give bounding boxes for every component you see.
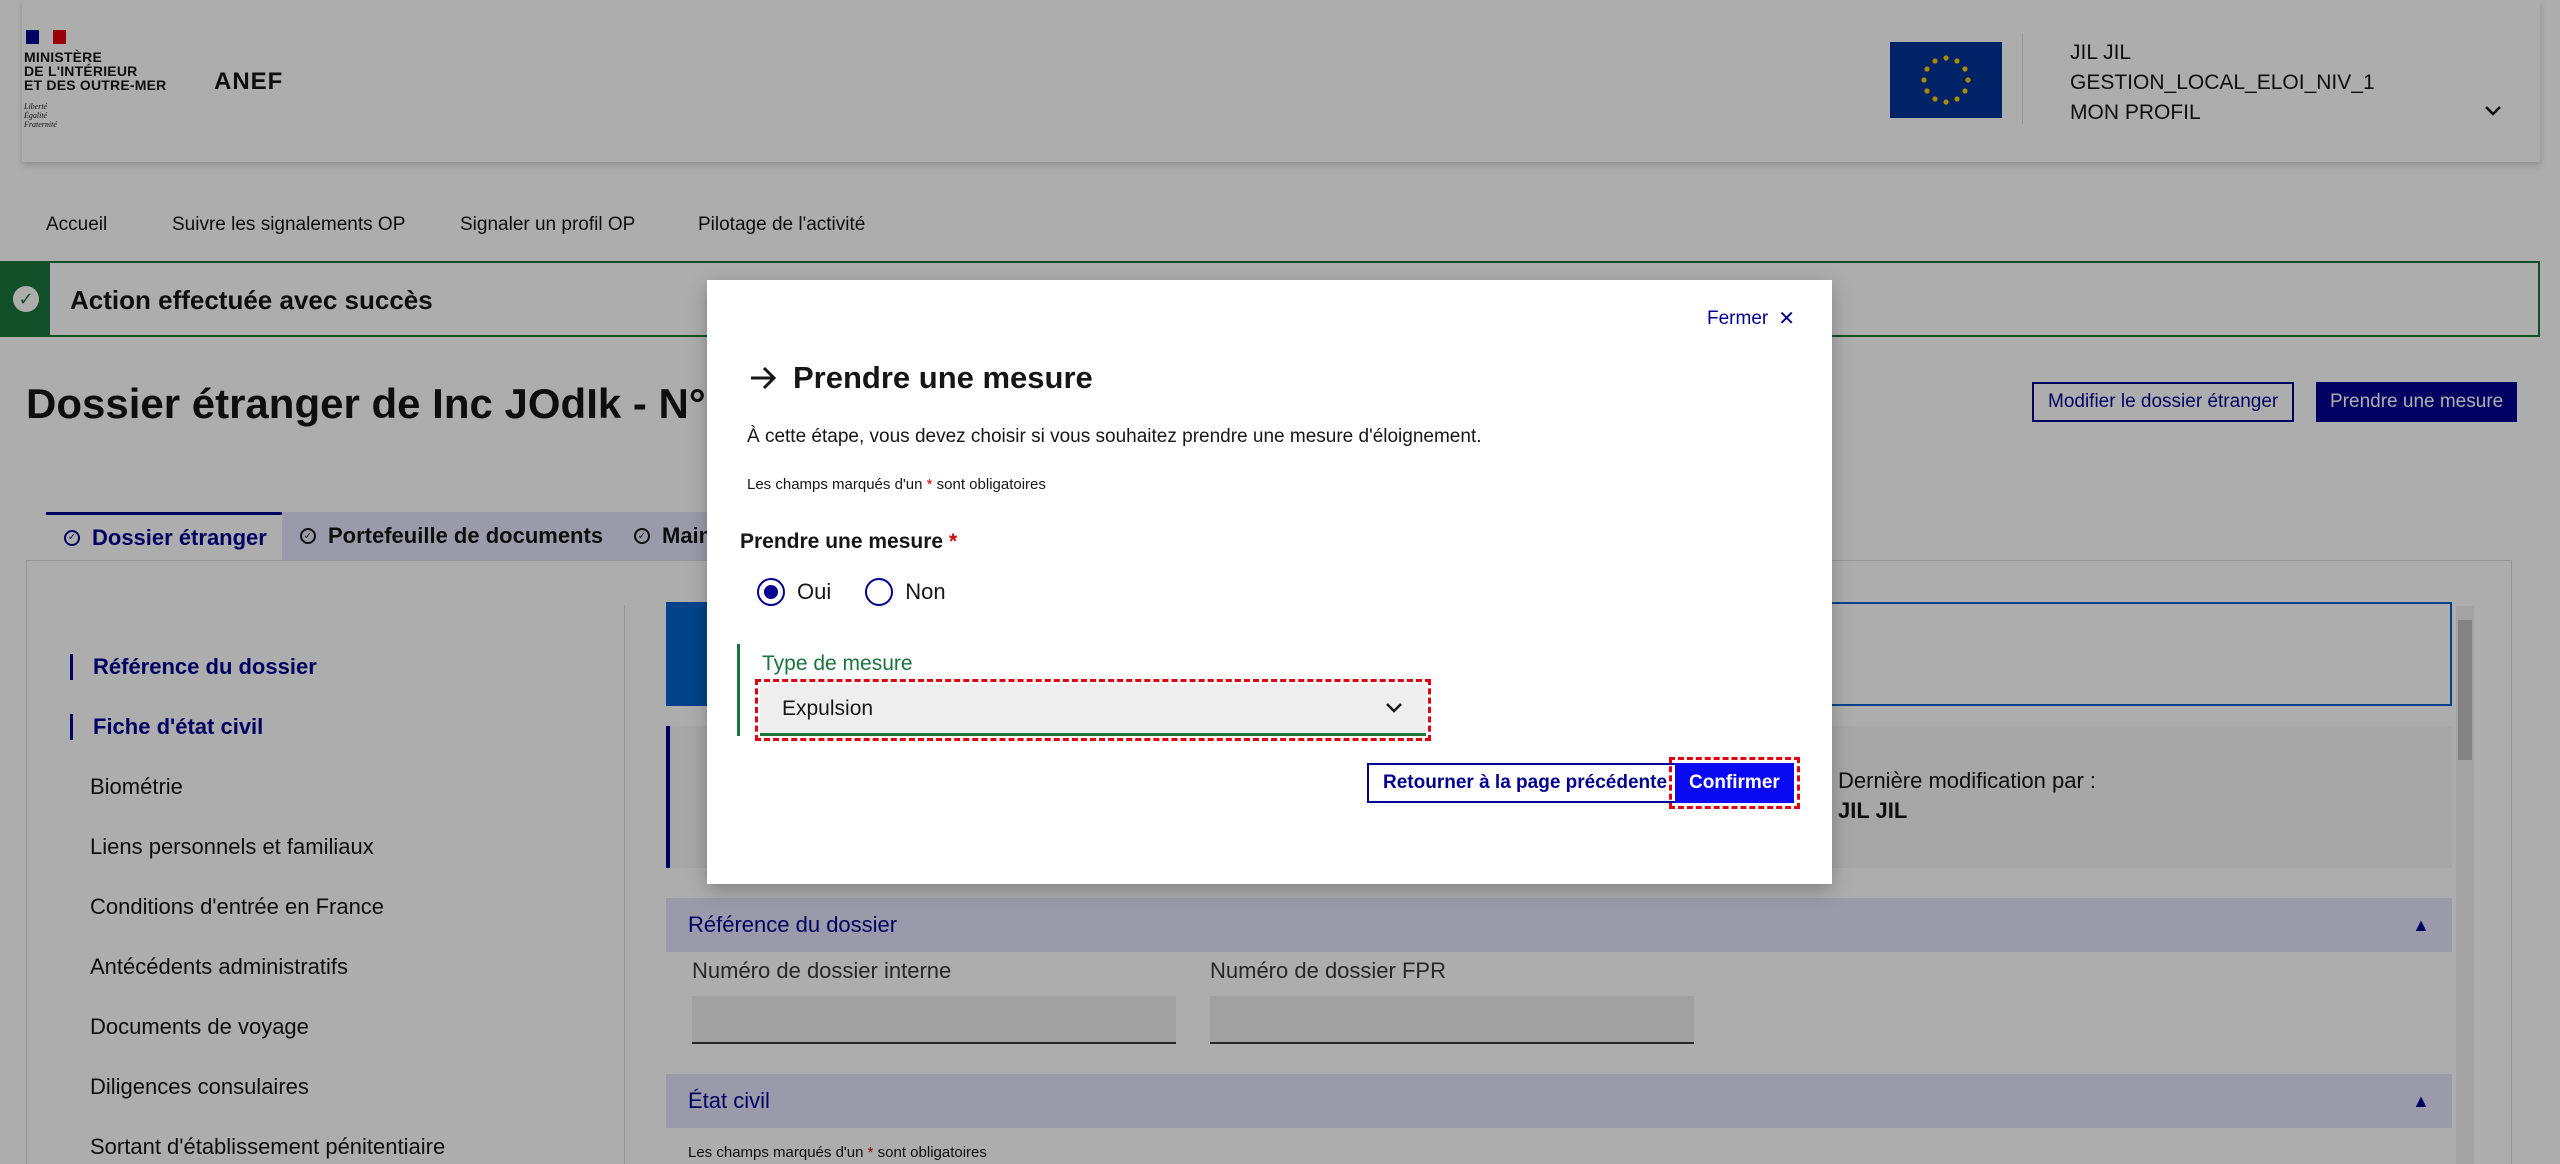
legend-text: Prendre une mesure [740,530,944,553]
required-suffix: sont obligatoires [936,476,1046,493]
radio-checked-icon[interactable] [757,578,785,606]
measure-modal: Fermer ✕ Prendre une mesure À cette étap… [707,280,1832,884]
measure-type-group: Type de mesure Expulsion [737,644,1437,741]
radio-non-label: Non [905,579,946,604]
radio-oui[interactable]: Oui [757,578,831,606]
close-button[interactable]: Fermer ✕ [1707,306,1795,331]
radio-oui-label: Oui [797,579,832,604]
back-button[interactable]: Retourner à la page précédente [1367,763,1684,803]
close-icon: ✕ [1778,308,1795,330]
measure-radio-group: Oui Non [757,578,980,606]
required-fields-note: Les champs marqués d'un * sont obligatoi… [747,476,1046,493]
confirm-button[interactable]: Confirmer [1669,757,1800,809]
required-star: * [926,476,933,493]
required-star: * [948,530,958,553]
measure-type-select[interactable]: Expulsion [755,679,1431,741]
arrow-right-icon [751,366,777,390]
radio-unchecked-icon[interactable] [865,578,894,606]
close-label: Fermer [1707,307,1769,329]
modal-title: Prendre une mesure [747,360,1093,396]
required-prefix: Les champs marqués d'un [747,476,923,493]
modal-title-text: Prendre une mesure [793,360,1093,395]
modal-description: À cette étape, vous devez choisir si vou… [747,426,1482,447]
measure-legend: Prendre une mesure * [740,530,957,554]
radio-non[interactable]: Non [865,578,946,606]
measure-type-value: Expulsion [782,696,874,720]
measure-type-label: Type de mesure [762,652,913,675]
chevron-down-icon [1386,703,1402,713]
